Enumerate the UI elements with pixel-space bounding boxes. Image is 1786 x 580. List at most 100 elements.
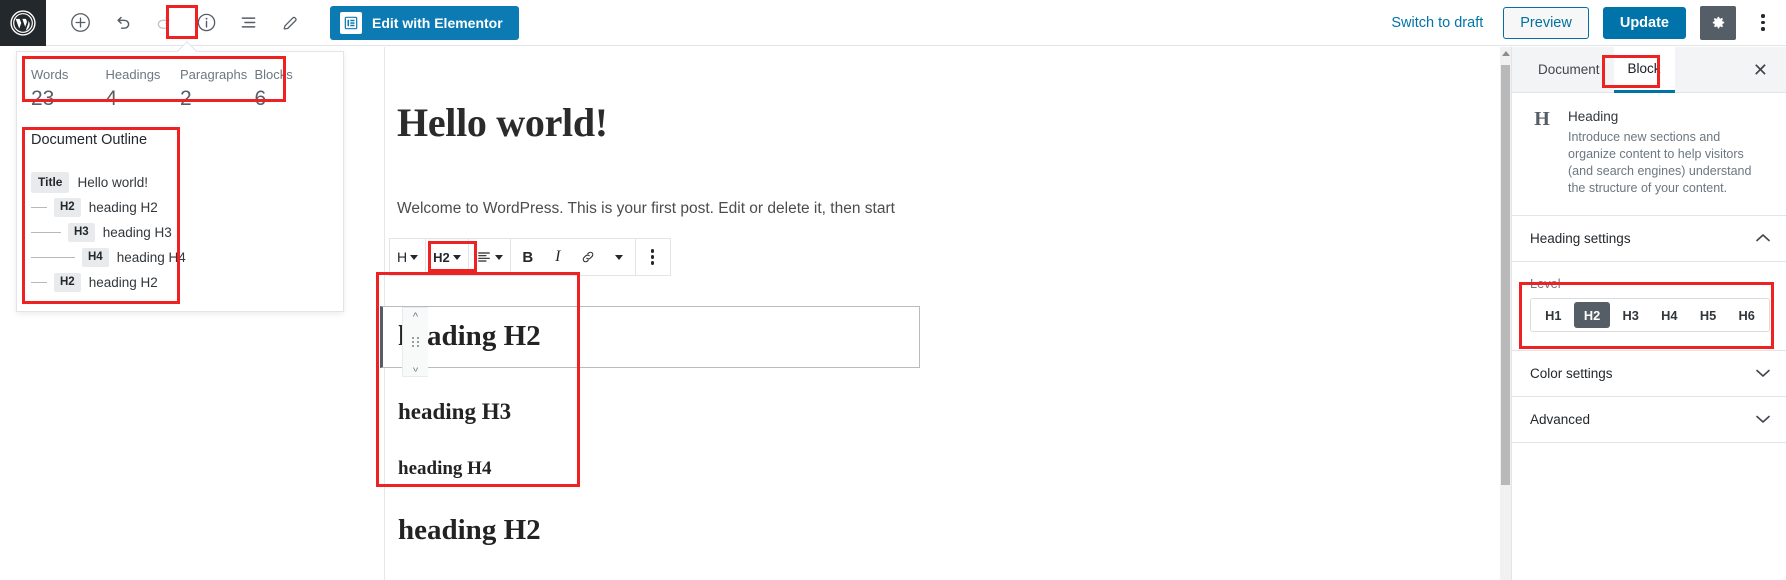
outline-item-title[interactable]: Title Hello world! xyxy=(31,170,329,195)
canvas-scrollbar[interactable] xyxy=(1500,47,1511,580)
tab-document[interactable]: Document xyxy=(1524,47,1614,93)
panel-title: Heading settings xyxy=(1530,231,1631,246)
link-icon xyxy=(582,251,593,263)
level-button-h4[interactable]: H4 xyxy=(1651,302,1688,328)
heading-block-h2-second[interactable]: heading H2 xyxy=(398,514,918,547)
edit-with-elementor-button[interactable]: Edit with Elementor xyxy=(330,5,519,40)
publish-controls-group: Switch to draft Preview Update xyxy=(1385,5,1786,40)
outline-badge: H3 xyxy=(68,223,95,242)
count-value: 2 xyxy=(180,87,192,110)
redo-arrow-icon xyxy=(157,16,170,29)
sidebar-tabs: Document Block ✕ xyxy=(1512,46,1786,93)
count-label: Paragraphs xyxy=(180,67,248,82)
pencil-icon xyxy=(283,16,297,29)
outline-indent-dash xyxy=(31,257,75,258)
outline-item-label: heading H4 xyxy=(116,250,186,265)
content-structure-button[interactable] xyxy=(186,4,226,42)
italic-button[interactable]: I xyxy=(543,239,573,275)
level-button-h6[interactable]: H6 xyxy=(1728,302,1765,328)
redo-button[interactable] xyxy=(144,4,184,42)
canvas-scroll-thumb[interactable] xyxy=(1501,65,1510,485)
content-structure-popover: Words 23 Headings 4 Paragraphs 2 Blocks … xyxy=(16,41,344,312)
intro-paragraph[interactable]: Welcome to WordPress. This is your first… xyxy=(397,198,1494,220)
panel-heading-settings[interactable]: Heading settings xyxy=(1512,216,1786,262)
chevron-up-icon[interactable]: ^ xyxy=(413,312,418,323)
link-button[interactable] xyxy=(573,239,603,275)
outline-badge: H4 xyxy=(82,248,109,267)
align-left-icon xyxy=(477,252,490,262)
gear-icon xyxy=(1712,16,1724,29)
block-type-group: H xyxy=(390,239,427,275)
chevron-down-icon[interactable]: ^ xyxy=(413,361,418,373)
heading-block-h3[interactable]: heading H3 xyxy=(398,399,918,425)
block-navigation-button[interactable] xyxy=(228,4,268,42)
editor-tools-group: Edit with Elementor xyxy=(46,4,519,42)
outline-item-label: heading H2 xyxy=(88,275,158,290)
kebab-menu-icon xyxy=(1761,12,1765,32)
tab-block[interactable]: Block xyxy=(1613,46,1675,93)
block-options-button[interactable] xyxy=(638,239,668,275)
block-type-label: H xyxy=(397,249,408,265)
level-button-group: H1 H2 H3 H4 H5 H6 xyxy=(1530,298,1770,332)
chevron-down-icon xyxy=(452,254,461,260)
update-button[interactable]: Update xyxy=(1602,6,1686,39)
outline-item-label: heading H2 xyxy=(88,200,158,215)
block-mover-controls[interactable]: ^ ^ xyxy=(402,307,428,377)
undo-button[interactable] xyxy=(102,4,142,42)
block-type-button[interactable]: H xyxy=(392,239,423,275)
more-rich-text-button[interactable] xyxy=(603,239,633,275)
drag-handle-icon[interactable] xyxy=(411,336,420,348)
heading-block-h2-first[interactable]: heading H2 xyxy=(398,320,918,353)
close-sidebar-button[interactable]: ✕ xyxy=(1747,57,1774,83)
count-label: Blocks xyxy=(254,67,293,82)
count-blocks: Blocks 6 xyxy=(255,66,330,114)
level-button-h3[interactable]: H3 xyxy=(1612,302,1649,328)
panel-advanced[interactable]: Advanced xyxy=(1512,397,1786,443)
preview-button[interactable]: Preview xyxy=(1503,6,1589,39)
bold-button[interactable]: B xyxy=(513,239,543,275)
outline-item-h2-second[interactable]: H2 heading H2 xyxy=(31,270,329,295)
scroll-up-arrow-icon[interactable] xyxy=(1502,51,1510,56)
panel-color-settings[interactable]: Color settings xyxy=(1512,351,1786,397)
outline-indent-dash xyxy=(31,232,61,233)
level-label: Level xyxy=(1530,276,1561,291)
heading-level-control: Level H1 H2 H3 H4 H5 H6 xyxy=(1512,262,1786,350)
level-button-h1[interactable]: H1 xyxy=(1535,302,1572,328)
level-button-h5[interactable]: H5 xyxy=(1690,302,1727,328)
outline-item-h4[interactable]: H4 heading H4 xyxy=(31,245,329,270)
more-options-button[interactable] xyxy=(1750,6,1776,40)
panel-title: Color settings xyxy=(1530,366,1613,381)
switch-to-draft-button[interactable]: Switch to draft xyxy=(1385,11,1489,35)
count-label: Words xyxy=(31,67,69,82)
alignment-group xyxy=(469,239,511,275)
count-label: Headings xyxy=(105,67,161,82)
count-value: 23 xyxy=(31,87,55,110)
count-words: Words 23 xyxy=(31,66,106,114)
chevron-up-icon xyxy=(1756,232,1770,246)
level-button-h2[interactable]: H2 xyxy=(1573,302,1611,328)
count-value: 4 xyxy=(105,87,118,110)
block-format-toolbar: H H2 B I xyxy=(389,238,671,276)
outline-badge: H2 xyxy=(54,273,81,292)
block-name: Heading xyxy=(1568,109,1619,124)
outline-item-h2-first[interactable]: H2 heading H2 xyxy=(31,195,329,220)
heading-level-dropdown[interactable]: H2 xyxy=(428,239,466,275)
edit-mode-button[interactable] xyxy=(270,4,310,42)
heading-level-group: H2 xyxy=(426,239,469,275)
outline-badge: H2 xyxy=(54,198,81,217)
outline-indent-dash xyxy=(31,207,47,208)
post-title[interactable]: Hello world! xyxy=(397,99,1494,146)
add-block-button[interactable] xyxy=(60,4,100,42)
chevron-down-icon xyxy=(494,254,503,260)
wordpress-logo-icon[interactable] xyxy=(0,0,46,46)
editor-top-bar: Edit with Elementor Switch to draft Prev… xyxy=(0,0,1786,46)
elementor-logo-icon xyxy=(340,11,362,34)
text-align-button[interactable] xyxy=(471,239,508,275)
count-paragraphs: Paragraphs 2 xyxy=(180,66,255,114)
heading-blocks-list: heading H2 heading H3 heading H4 heading… xyxy=(398,306,918,547)
outline-item-h3[interactable]: H3 heading H3 xyxy=(31,220,329,245)
settings-sidebar: Document Block ✕ H Heading Introduce new… xyxy=(1511,46,1786,580)
settings-button[interactable] xyxy=(1700,5,1736,40)
heading-block-h4[interactable]: heading H4 xyxy=(398,458,918,480)
outline-item-label: heading H3 xyxy=(102,225,172,240)
